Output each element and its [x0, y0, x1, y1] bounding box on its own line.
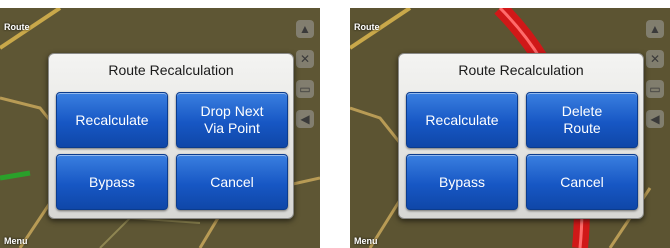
route-recalculation-dialog: Route Recalculation Recalculate Drop Nex… — [48, 53, 294, 219]
dialog-title: Route Recalculation — [458, 62, 584, 78]
route-label[interactable]: Route — [4, 22, 30, 32]
menu-button[interactable]: Menu — [354, 236, 378, 246]
mute-icon[interactable]: ✕ — [296, 50, 314, 68]
battery-icon: ▭ — [296, 80, 314, 98]
route-recalculation-dialog: Route Recalculation Recalculate Delete R… — [398, 53, 644, 219]
menu-button[interactable]: Menu — [4, 236, 28, 246]
compass-icon[interactable]: ▲ — [296, 20, 314, 38]
recalculate-button[interactable]: Recalculate — [406, 92, 518, 148]
side-toolbar: ▲ ✕ ▭ ◀ — [644, 20, 666, 140]
delete-route-button[interactable]: Delete Route — [526, 92, 638, 148]
recalculate-button[interactable]: Recalculate — [56, 92, 168, 148]
bypass-button[interactable]: Bypass — [406, 154, 518, 210]
side-toolbar: ▲ ✕ ▭ ◀ — [294, 20, 316, 140]
dialog-title: Route Recalculation — [108, 62, 234, 78]
bypass-button[interactable]: Bypass — [56, 154, 168, 210]
speaker-icon[interactable]: ◀ — [646, 110, 664, 128]
mute-icon[interactable]: ✕ — [646, 50, 664, 68]
cancel-button[interactable]: Cancel — [526, 154, 638, 210]
route-label[interactable]: Route — [354, 22, 380, 32]
cancel-button[interactable]: Cancel — [176, 154, 288, 210]
drop-next-via-point-button[interactable]: Drop Next Via Point — [176, 92, 288, 148]
battery-icon: ▭ — [646, 80, 664, 98]
navigation-screen-right: Route Menu ▲ ✕ ▭ ◀ Route Recalculation R… — [350, 8, 670, 248]
compass-icon[interactable]: ▲ — [646, 20, 664, 38]
speaker-icon[interactable]: ◀ — [296, 110, 314, 128]
navigation-screen-left: Route Menu ▲ ✕ ▭ ◀ Route Recalculation R… — [0, 8, 320, 248]
